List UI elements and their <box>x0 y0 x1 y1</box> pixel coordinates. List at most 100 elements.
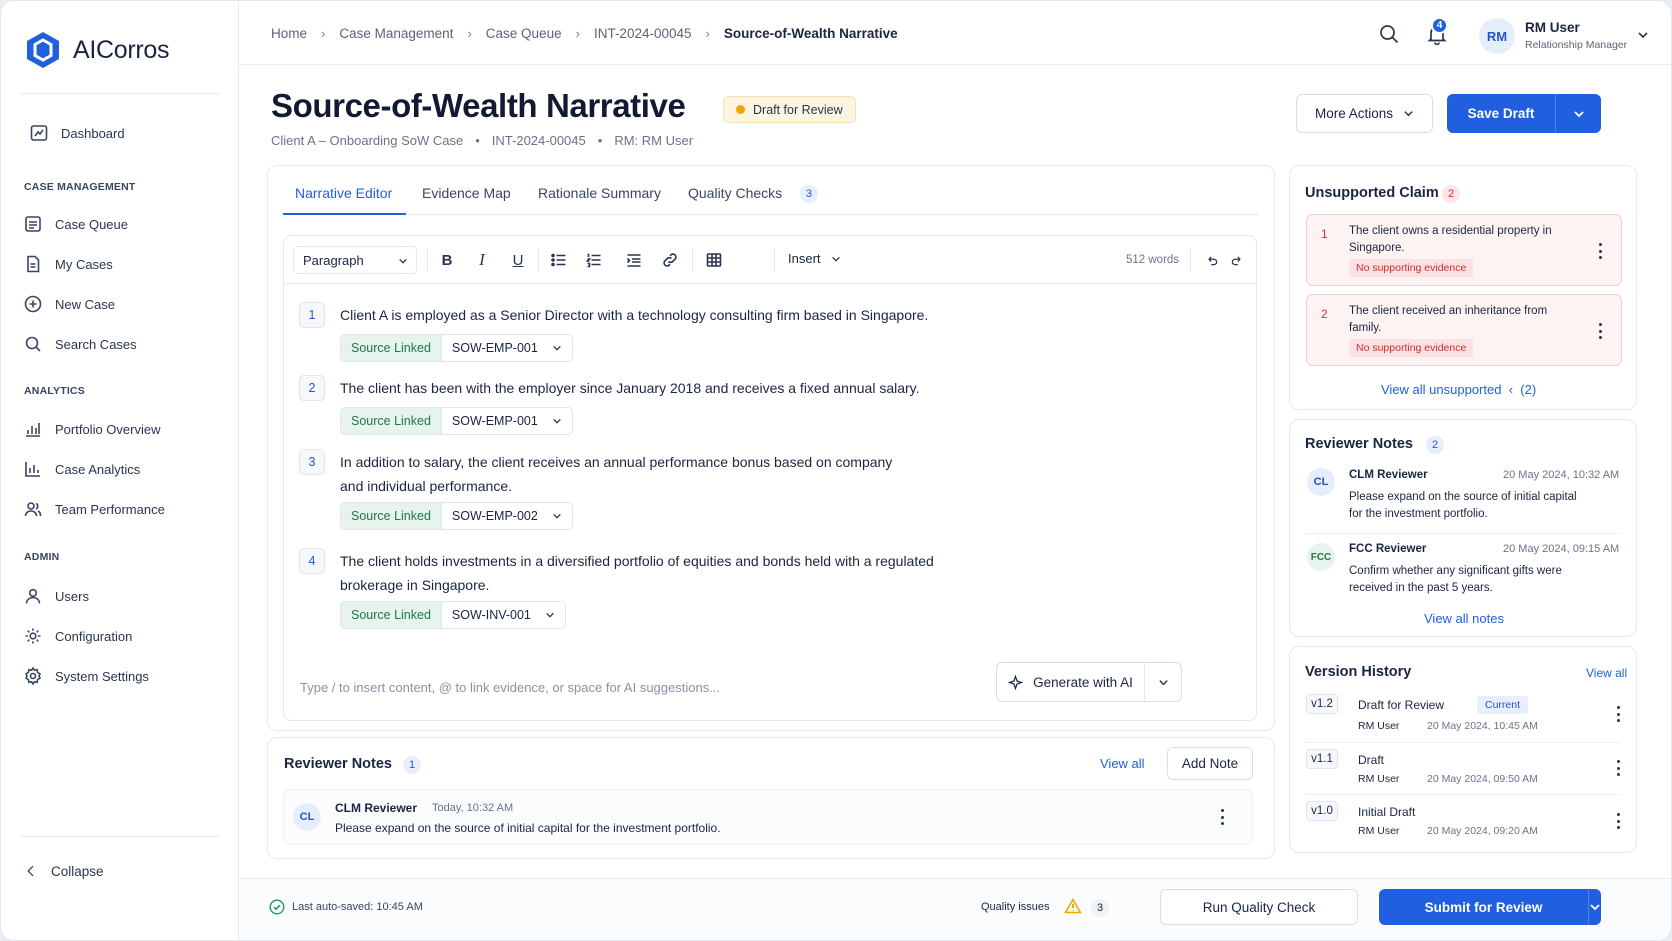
more-actions-label: More Actions <box>1314 106 1394 121</box>
bold-icon[interactable]: B <box>437 250 457 270</box>
sidebar-item-label: My Cases <box>55 256 113 272</box>
view-all-unsupported-link[interactable]: View all unsupported ‹ (2) <box>1381 382 1536 397</box>
chevron-down-icon[interactable] <box>1637 29 1649 41</box>
more-options-icon[interactable] <box>1597 323 1603 339</box>
divider <box>1305 794 1621 795</box>
tab-narrative-editor[interactable]: Narrative Editor <box>295 185 392 201</box>
search-button[interactable] <box>1378 23 1400 45</box>
sidebar-item-search-cases[interactable]: Search Cases <box>23 334 137 354</box>
narrative-paragraph[interactable]: In addition to salary, the client receiv… <box>340 450 892 498</box>
source-link-dropdown[interactable]: Source Linked SOW-EMP-001 <box>340 407 573 435</box>
avatar: CL <box>1307 468 1335 496</box>
version-time: 20 May 2024, 09:20 AM <box>1427 825 1538 837</box>
link-icon[interactable] <box>660 250 680 270</box>
version-name[interactable]: Draft <box>1358 753 1384 767</box>
divider <box>1305 533 1621 534</box>
insert-menu[interactable]: Insert <box>788 251 841 266</box>
italic-icon[interactable]: I <box>472 250 492 270</box>
more-options-icon[interactable] <box>1615 760 1621 776</box>
breadcrumb-case-queue[interactable]: Case Queue <box>486 26 562 41</box>
paragraph-format-select[interactable]: Paragraph <box>293 246 417 274</box>
tab-quality-checks[interactable]: Quality Checks <box>688 185 782 201</box>
indent-icon[interactable] <box>624 250 644 270</box>
avatar[interactable]: RM <box>1479 18 1515 54</box>
source-link-dropdown[interactable]: Source Linked SOW-EMP-001 <box>340 334 573 362</box>
add-note-button[interactable]: Add Note <box>1167 747 1253 780</box>
tab-evidence-map[interactable]: Evidence Map <box>422 185 511 201</box>
source-link-dropdown[interactable]: Source Linked SOW-INV-001 <box>340 601 566 629</box>
generate-options-button[interactable] <box>1145 677 1181 688</box>
sidebar-item-system-settings[interactable]: System Settings <box>23 666 149 686</box>
table-icon[interactable] <box>704 250 724 270</box>
narrative-paragraph[interactable]: The client holds investments in a divers… <box>340 549 934 597</box>
tab-rationale-summary[interactable]: Rationale Summary <box>538 185 661 201</box>
breadcrumb-home[interactable]: Home <box>271 26 307 41</box>
note-time: 20 May 2024, 09:15 AM <box>1503 543 1620 555</box>
source-link-dropdown[interactable]: Source Linked SOW-EMP-002 <box>340 502 573 530</box>
more-actions-button[interactable]: More Actions <box>1296 94 1433 133</box>
sidebar-item-configuration[interactable]: Configuration <box>23 626 132 646</box>
divider <box>1305 742 1621 743</box>
narrative-paragraph[interactable]: The client has been with the employer si… <box>340 376 920 400</box>
more-options-icon[interactable] <box>1597 243 1603 259</box>
version-name[interactable]: Initial Draft <box>1358 805 1415 819</box>
unsupported-claim-item[interactable]: 2 The client received an inheritance fro… <box>1306 294 1622 366</box>
sidebar-item-users[interactable]: Users <box>23 586 89 606</box>
save-draft-button[interactable]: Save Draft <box>1447 94 1601 133</box>
more-options-icon[interactable] <box>1615 706 1621 722</box>
toolbar-divider <box>427 248 428 272</box>
sidebar-item-case-queue[interactable]: Case Queue <box>23 214 128 234</box>
run-quality-check-button[interactable]: Run Quality Check <box>1160 889 1358 925</box>
numbered-list-icon[interactable] <box>584 250 604 270</box>
unsupported-claim-item[interactable]: 1 The client owns a residential property… <box>1306 214 1622 286</box>
underline-icon[interactable]: U <box>508 250 528 270</box>
divider <box>21 93 219 94</box>
sidebar-item-my-cases[interactable]: My Cases <box>23 254 113 274</box>
more-options-icon[interactable] <box>1219 809 1225 825</box>
narrative-paragraph[interactable]: Client A is employed as a Senior Directo… <box>340 303 928 327</box>
format-label: Paragraph <box>303 252 364 268</box>
divider <box>21 836 219 837</box>
version-time: 20 May 2024, 09:50 AM <box>1427 773 1538 785</box>
sidebar-item-team-performance[interactable]: Team Performance <box>23 499 165 519</box>
view-all-versions-link[interactable]: View all <box>1586 666 1627 680</box>
section-label-analytics: ANALYTICS <box>24 385 85 397</box>
sidebar-item-label: Search Cases <box>55 336 137 352</box>
sidebar-item-label: Dashboard <box>61 125 125 141</box>
undo-icon[interactable] <box>1202 250 1222 270</box>
no-evidence-badge: No supporting evidence <box>1349 339 1474 357</box>
sidebar-item-portfolio-overview[interactable]: Portfolio Overview <box>23 419 160 439</box>
version-name[interactable]: Draft for Review <box>1358 698 1444 712</box>
chevron-right-icon: › <box>467 26 472 41</box>
collapse-label: Collapse <box>51 863 104 879</box>
case-owner: RM: RM User <box>614 133 694 148</box>
insert-label: Insert <box>788 251 821 266</box>
view-all-notes-link[interactable]: View all <box>1100 756 1145 771</box>
submit-for-review-button[interactable]: Submit for Review <box>1379 889 1601 925</box>
source-id: SOW-EMP-001 <box>451 341 538 355</box>
chevron-left-icon <box>27 865 34 877</box>
editor-input-placeholder[interactable]: Type / to insert content, @ to link evid… <box>300 680 720 695</box>
user-name[interactable]: RM User <box>1525 20 1580 35</box>
bulleted-list-icon[interactable] <box>549 250 569 270</box>
breadcrumb-case-id[interactable]: INT-2024-00045 <box>594 26 692 41</box>
view-all-notes-link[interactable]: View all notes <box>1424 611 1504 626</box>
settings-icon <box>24 666 42 686</box>
version-user: RM User <box>1358 720 1400 732</box>
sidebar-item-new-case[interactable]: New Case <box>23 294 115 314</box>
generate-with-ai-button[interactable]: Generate with AI <box>996 662 1182 702</box>
more-options-icon[interactable] <box>1615 813 1621 829</box>
sidebar-item-case-analytics[interactable]: Case Analytics <box>23 459 140 479</box>
save-options-button[interactable] <box>1555 94 1601 133</box>
user-icon <box>25 588 41 604</box>
sidebar-item-dashboard[interactable]: Dashboard <box>29 123 125 143</box>
breadcrumb-case-management[interactable]: Case Management <box>339 26 453 41</box>
app-logo[interactable]: AICorros <box>25 31 170 69</box>
submit-options-button[interactable] <box>1588 889 1601 925</box>
page-title: Source-of-Wealth Narrative <box>271 87 686 124</box>
redo-icon[interactable] <box>1227 250 1247 270</box>
status-label: Draft for Review <box>753 102 843 117</box>
version-tag: v1.0 <box>1306 801 1338 821</box>
chevron-right-icon: › <box>575 26 580 41</box>
collapse-button[interactable]: Collapse <box>23 863 104 879</box>
